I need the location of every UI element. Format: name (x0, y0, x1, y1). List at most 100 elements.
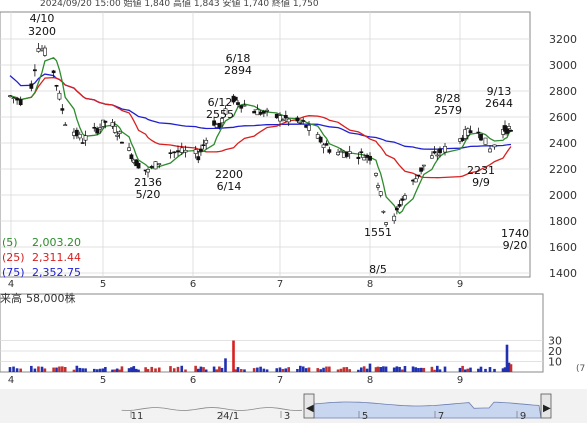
candle-body (339, 150, 343, 153)
candle-body (179, 147, 184, 153)
volume-bar (357, 369, 360, 372)
volume-bar (169, 366, 172, 372)
candle-body (376, 185, 380, 188)
candle-body (98, 127, 102, 130)
volume-bar (236, 367, 240, 372)
volume-bar (63, 367, 67, 372)
candle-body (115, 134, 120, 137)
volume-bar (278, 367, 282, 372)
navigator-label: 9 (520, 411, 526, 422)
volume-bar (252, 368, 256, 372)
candle-body (443, 146, 447, 153)
volume-bar (37, 366, 40, 372)
ma-legend-25-label: (25) (2, 251, 25, 264)
month-label: 5 (100, 375, 106, 386)
volume-bar (345, 367, 349, 372)
volume-tick-label: 10 (548, 356, 562, 369)
candle-body (15, 98, 20, 101)
volume-bar (180, 365, 184, 372)
candle-body (127, 147, 131, 151)
volume-bar (239, 369, 243, 372)
candle-body (492, 144, 497, 148)
volume-bar (466, 368, 470, 372)
candle-body (384, 222, 388, 225)
candle-body (283, 115, 288, 119)
volume-bar (376, 366, 380, 372)
candle-body (149, 166, 154, 168)
annotation-line2: 2894 (224, 64, 252, 77)
volume-bar (336, 369, 340, 372)
annotation-line2: 5/20 (136, 188, 161, 201)
volume-bar (218, 366, 221, 372)
volume-bar (120, 366, 124, 372)
price-tick-label: 2800 (549, 85, 577, 98)
volume-bar (316, 368, 320, 372)
volume-bar (384, 366, 388, 372)
candle-body (397, 204, 402, 207)
volume-bar (12, 366, 15, 372)
candle-body (36, 48, 41, 52)
volume-bar (368, 363, 372, 372)
candle-body (265, 109, 269, 112)
volume-bar (146, 369, 150, 372)
volume-bar (398, 366, 401, 372)
navigator-label: 5 (362, 411, 368, 422)
month-label: 7 (277, 279, 283, 290)
candle-body (110, 122, 115, 127)
annotation-line2: 6/14 (217, 180, 242, 193)
volume-bar (111, 369, 114, 372)
volume-bar (479, 366, 483, 372)
candle-body (435, 154, 440, 157)
candle-body (146, 169, 150, 173)
volume-bar (194, 365, 197, 372)
candle-body (11, 97, 16, 100)
volume-bar (259, 366, 262, 372)
candle-body (120, 141, 124, 144)
volume-bar (224, 358, 227, 372)
volume-bar (202, 367, 205, 372)
annotation-line2: 8/5 (369, 263, 387, 276)
volume-bar (411, 366, 415, 372)
volume-bar (493, 368, 496, 372)
volume-bar (132, 366, 136, 372)
price-axis: 3200 3000 2800 2600 2400 2200 2000 1800 1600 1400 (549, 33, 577, 280)
candle-body (295, 117, 300, 122)
candle-body (368, 155, 372, 161)
candle-body (204, 139, 209, 144)
candle-body (274, 113, 279, 119)
candle-body (476, 131, 481, 134)
volume-bar (392, 367, 396, 372)
candle-body (217, 122, 222, 128)
volume-bar (403, 366, 407, 372)
navigator-left-arrow-icon: ◀ (306, 403, 314, 414)
candle-body (258, 111, 263, 115)
navigator-label: 7 (438, 411, 444, 422)
volume-bar (61, 366, 64, 372)
volume-bar (458, 367, 462, 372)
volume-bar (342, 367, 346, 372)
price-tick-label: 2600 (549, 111, 577, 124)
volume-bar (265, 369, 269, 372)
candle-body (307, 125, 311, 131)
volume-bar (95, 369, 99, 372)
candle-body (239, 105, 244, 109)
candle-body (255, 109, 260, 116)
month-label: 5 (100, 279, 106, 290)
right-edge-label: (7 (576, 364, 585, 374)
volume-bar (84, 368, 87, 372)
volume-bar (433, 369, 436, 372)
volume-bar (72, 369, 76, 372)
navigator-label: 11 (131, 411, 144, 422)
ma-legend-5-value: 2,003.20 (32, 236, 81, 249)
candle-body (347, 151, 352, 154)
volume-bar (304, 368, 308, 372)
annotation-line2: 9/20 (503, 239, 528, 252)
annotation-line1: 1551 (364, 226, 392, 239)
candle-body (172, 151, 177, 154)
ma-legend-75-value: 2,352.75 (32, 266, 81, 279)
volume-bar (430, 366, 434, 372)
candle-body (378, 191, 383, 196)
volume-bar (172, 368, 176, 372)
volume-bar (101, 368, 105, 372)
candle-body (479, 133, 483, 141)
